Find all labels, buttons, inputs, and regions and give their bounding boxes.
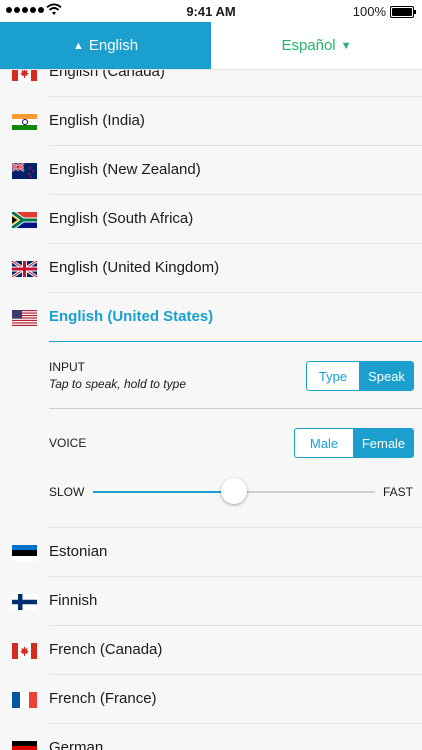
list-item-english-new-zealand[interactable]: English (New Zealand) (0, 146, 422, 195)
status-bar: 9:41 AM 100% (0, 0, 422, 22)
language-tabs: ▲ English Español ▼ (0, 22, 422, 70)
divider (49, 408, 422, 409)
list-item-english-united-states[interactable]: English (United States) (0, 293, 422, 342)
france-flag-icon (12, 692, 37, 708)
new-zealand-flag-icon (12, 163, 37, 179)
list-item-label: French (Canada) (49, 641, 163, 658)
list-item-finnish[interactable]: Finnish (0, 577, 422, 626)
tab-source-label: English (88, 37, 139, 54)
list-item-label: English (New Zealand) (49, 161, 201, 178)
list-item-english-canada[interactable]: English (Canada) (0, 70, 422, 97)
language-list[interactable]: English (Canada) English (India) English… (0, 70, 422, 750)
united-states-flag-icon (12, 310, 37, 326)
south-africa-flag-icon (12, 212, 37, 228)
slider-fast-label: FAST (383, 485, 414, 499)
speed-slider[interactable] (93, 478, 375, 504)
triangle-up-icon: ▲ (72, 39, 84, 52)
canada-flag-icon (12, 643, 37, 659)
list-item-english-india[interactable]: English (India) (0, 97, 422, 146)
estonia-flag-icon (12, 545, 37, 561)
input-setting-title: INPUT (49, 360, 85, 374)
input-type-button[interactable]: Type (307, 362, 359, 390)
list-item-label: Estonian (49, 543, 108, 560)
list-item-label: English (South Africa) (49, 210, 194, 227)
voice-setting: VOICE (49, 436, 86, 450)
tab-source-language[interactable]: ▲ English (0, 22, 211, 69)
canada-flag-icon (12, 70, 37, 81)
list-item-estonian[interactable]: Estonian (0, 528, 422, 577)
input-speak-button[interactable]: Speak (359, 362, 413, 390)
voice-setting-title: VOICE (49, 436, 87, 450)
triangle-down-icon: ▼ (340, 39, 352, 52)
tab-target-label: Español (281, 37, 336, 54)
selected-divider (49, 341, 422, 342)
battery-icon (390, 6, 416, 18)
battery-percentage: 100% (352, 4, 386, 19)
germany-flag-icon (12, 741, 37, 750)
list-item-label: German (49, 739, 104, 750)
list-item-label: French (France) (49, 690, 157, 707)
input-setting-subtitle: Tap to speak, hold to type (49, 377, 186, 391)
tab-target-language[interactable]: Español ▼ (211, 22, 422, 69)
voice-gender-segmented-control[interactable]: Male Female (294, 428, 414, 458)
speed-slider-thumb[interactable] (221, 478, 247, 504)
input-setting: INPUT Tap to speak, hold to type (49, 360, 186, 391)
list-item-label-selected: English (United States) (49, 308, 214, 325)
list-item-english-united-kingdom[interactable]: English (United Kingdom) (0, 244, 422, 293)
voice-male-button[interactable]: Male (295, 429, 353, 457)
voice-female-button[interactable]: Female (353, 429, 413, 457)
list-item-label: English (India) (49, 112, 145, 129)
list-item-english-south-africa[interactable]: English (South Africa) (0, 195, 422, 244)
slider-slow-label: SLOW (49, 485, 85, 499)
input-mode-segmented-control[interactable]: Type Speak (306, 361, 414, 391)
list-item-french-france[interactable]: French (France) (0, 675, 422, 724)
india-flag-icon (12, 114, 37, 130)
list-item-label: English (United Kingdom) (49, 259, 220, 276)
list-item-french-canada[interactable]: French (Canada) (0, 626, 422, 675)
finland-flag-icon (12, 594, 37, 610)
list-item-label: Finnish (49, 592, 98, 609)
list-item-label: English (Canada) (49, 70, 165, 80)
speed-slider-fill (93, 491, 234, 493)
united-kingdom-flag-icon (12, 261, 37, 277)
list-item-german[interactable]: German (0, 724, 422, 750)
